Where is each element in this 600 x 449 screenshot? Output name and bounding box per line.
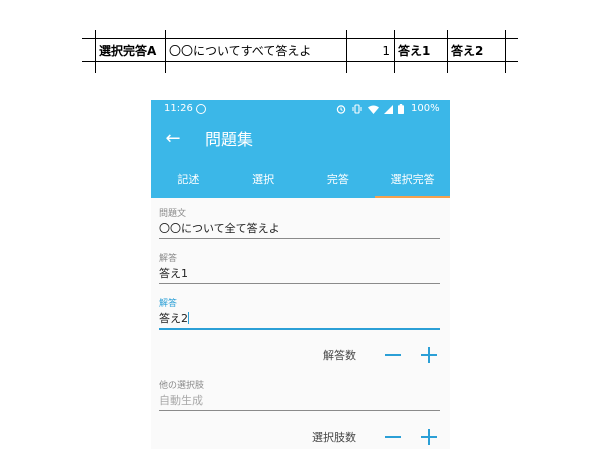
choice-count-stepper: 選択肢数 xyxy=(312,426,440,448)
status-bar: 11:26 100% xyxy=(151,100,450,118)
plus-icon[interactable] xyxy=(418,344,440,366)
other-choices-label: 他の選択肢 xyxy=(159,381,205,391)
minus-icon[interactable] xyxy=(382,344,404,366)
sheet-gridline xyxy=(505,30,506,73)
choice-count-label: 選択肢数 xyxy=(312,431,356,444)
vibrate-icon xyxy=(352,104,362,114)
sheet-gridline xyxy=(82,38,518,39)
signal-icon xyxy=(384,104,393,114)
answer1-label: 解答 xyxy=(159,254,178,264)
sheet-cell-answer2[interactable]: 答え2 xyxy=(451,44,503,58)
answer1-field[interactable]: 解答 答え1 xyxy=(159,253,440,284)
app-notification-icon xyxy=(196,104,206,114)
question-label: 問題文 xyxy=(159,209,187,219)
phone-screen: 11:26 100% ← 問題集 記述 選択 完答 選択完答 問題文 〇〇につい… xyxy=(151,100,450,449)
field-underline xyxy=(159,410,440,411)
app-toolbar: ← 問題集 xyxy=(151,118,450,164)
field-underline xyxy=(159,238,440,239)
arrow-back-icon[interactable]: ← xyxy=(161,127,185,151)
field-underline xyxy=(159,283,440,284)
answer-count-label: 解答数 xyxy=(323,349,356,362)
sheet-cell-count[interactable]: 1 xyxy=(350,44,390,58)
field-underline-focused xyxy=(159,328,440,330)
tab-complete[interactable]: 完答 xyxy=(301,164,376,198)
tab-bar: 記述 選択 完答 選択完答 xyxy=(151,164,450,198)
answer-count-stepper: 解答数 xyxy=(323,344,440,366)
battery-percent: 100% xyxy=(411,103,440,114)
sheet-gridline xyxy=(447,30,448,73)
alarm-icon xyxy=(336,105,346,114)
wifi-icon xyxy=(368,105,379,114)
answer2-input[interactable]: 答え2 xyxy=(159,312,188,325)
text-caret xyxy=(188,312,189,324)
sheet-cell-question[interactable]: 〇〇についてすべて答えよ xyxy=(169,44,344,58)
status-time: 11:26 xyxy=(164,103,193,114)
tab-choice-complete[interactable]: 選択完答 xyxy=(375,164,450,198)
question-field[interactable]: 問題文 〇〇について全て答えよ xyxy=(159,208,440,239)
answer2-field[interactable]: 解答 答え2 xyxy=(159,298,440,330)
sheet-gridline xyxy=(82,61,518,62)
sheet-gridline xyxy=(346,30,347,73)
battery-icon xyxy=(398,104,404,114)
sheet-cell-answer1[interactable]: 答え1 xyxy=(398,44,444,58)
answer1-input[interactable]: 答え1 xyxy=(159,266,440,282)
status-icons: 100% xyxy=(336,100,440,118)
answer2-input-row[interactable]: 答え2 xyxy=(159,311,440,327)
sheet-cell-type[interactable]: 選択完答A xyxy=(99,44,163,58)
tab-choice[interactable]: 選択 xyxy=(226,164,301,198)
other-choices-input[interactable]: 自動生成 xyxy=(159,393,440,409)
sheet-gridline xyxy=(394,30,395,73)
tab-written[interactable]: 記述 xyxy=(151,164,226,198)
plus-icon[interactable] xyxy=(418,426,440,448)
spreadsheet-row: 選択完答A 〇〇についてすべて答えよ 1 答え1 答え2 xyxy=(0,0,600,80)
sheet-gridline xyxy=(165,30,166,73)
question-input[interactable]: 〇〇について全て答えよ xyxy=(159,221,440,237)
answer2-label: 解答 xyxy=(159,299,178,309)
minus-icon[interactable] xyxy=(382,426,404,448)
toolbar-title: 問題集 xyxy=(205,130,254,149)
sheet-gridline xyxy=(95,30,96,73)
other-choices-field[interactable]: 他の選択肢 自動生成 xyxy=(159,380,440,411)
